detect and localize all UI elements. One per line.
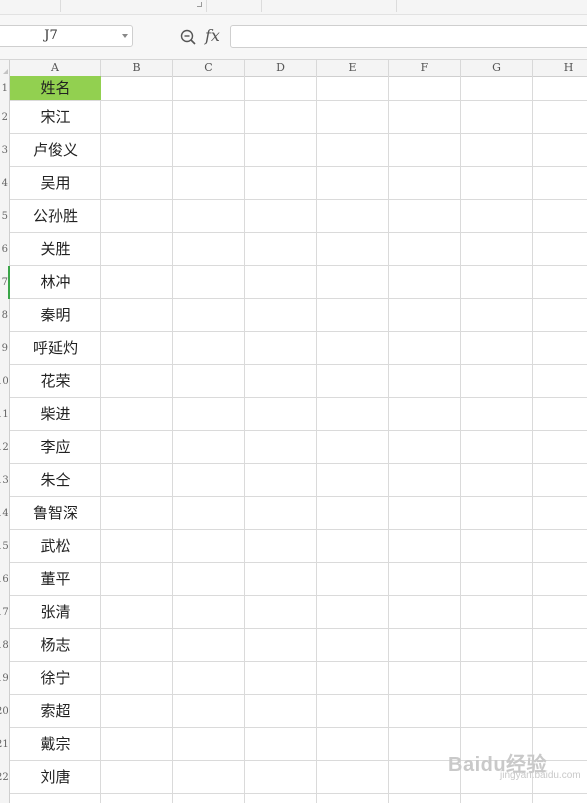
row-header-17[interactable]: 17 bbox=[0, 596, 8, 629]
row-header-13[interactable]: 13 bbox=[0, 464, 8, 497]
table-cell[interactable]: 花荣 bbox=[10, 365, 101, 397]
column-header-d[interactable]: D bbox=[245, 60, 317, 76]
row-header-22[interactable]: 22 bbox=[0, 761, 8, 794]
dialog-launcher-icon[interactable] bbox=[197, 2, 202, 7]
table-cell[interactable]: 吴用 bbox=[10, 167, 101, 199]
table-cell[interactable]: 索超 bbox=[10, 695, 101, 727]
table-cell[interactable]: 林冲 bbox=[10, 266, 101, 298]
row-header-14[interactable]: 14 bbox=[0, 497, 8, 530]
table-cell[interactable]: 刘唐 bbox=[10, 761, 101, 793]
gridline-horizontal bbox=[10, 793, 587, 794]
row-header-column: 12345678910111213141516171819202122 bbox=[0, 76, 10, 803]
row-header-21[interactable]: 21 bbox=[0, 728, 8, 761]
ribbon-separator bbox=[261, 0, 262, 12]
table-cell[interactable]: 柴进 bbox=[10, 398, 101, 430]
column-header-row: ABCDEFGH bbox=[0, 60, 587, 77]
table-cell[interactable]: 卢俊义 bbox=[10, 134, 101, 166]
ribbon-separator bbox=[206, 0, 207, 12]
formula-bar: J7 fx bbox=[0, 15, 587, 60]
column-header-h[interactable]: H bbox=[533, 60, 587, 76]
formula-input[interactable] bbox=[230, 25, 587, 48]
table-cell[interactable]: 戴宗 bbox=[10, 728, 101, 760]
table-cell[interactable]: 杨志 bbox=[10, 629, 101, 661]
table-cell[interactable]: 宋江 bbox=[10, 101, 101, 133]
row-header-15[interactable]: 15 bbox=[0, 530, 8, 563]
table-cell[interactable]: 鲁智深 bbox=[10, 497, 101, 529]
select-all-button[interactable] bbox=[0, 60, 10, 76]
row-header-20[interactable]: 20 bbox=[0, 695, 8, 728]
table-cell[interactable]: 朱仝 bbox=[10, 464, 101, 496]
table-cell[interactable]: 秦明 bbox=[10, 299, 101, 331]
row-header-3[interactable]: 3 bbox=[0, 134, 8, 167]
chevron-down-icon[interactable] bbox=[122, 34, 128, 38]
table-cell[interactable]: 公孙胜 bbox=[10, 200, 101, 232]
ribbon-separator bbox=[396, 0, 397, 12]
watermark: Baidu经验 jingyan.baidu.com bbox=[448, 744, 581, 784]
row-header-10[interactable]: 10 bbox=[0, 365, 8, 398]
row-header-18[interactable]: 18 bbox=[0, 629, 8, 662]
column-header-b[interactable]: B bbox=[101, 60, 173, 76]
table-cell[interactable]: 李应 bbox=[10, 431, 101, 463]
watermark-subtext: jingyan.baidu.com bbox=[500, 770, 581, 781]
column-header-g[interactable]: G bbox=[461, 60, 533, 76]
function-icon[interactable]: fx bbox=[205, 26, 225, 46]
spreadsheet-grid[interactable]: ABCDEFGH 1234567891011121314151617181920… bbox=[0, 60, 587, 803]
name-box[interactable]: J7 bbox=[0, 25, 133, 47]
row-header-6[interactable]: 6 bbox=[0, 233, 8, 266]
row-header-12[interactable]: 12 bbox=[0, 431, 8, 464]
table-cell[interactable]: 徐宁 bbox=[10, 662, 101, 694]
column-header-c[interactable]: C bbox=[173, 60, 245, 76]
ribbon-strip bbox=[0, 0, 587, 15]
row-header-1[interactable]: 1 bbox=[0, 76, 8, 101]
table-cell[interactable]: 呼延灼 bbox=[10, 332, 101, 364]
table-cell[interactable]: 关胜 bbox=[10, 233, 101, 265]
row-header-4[interactable]: 4 bbox=[0, 167, 8, 200]
ribbon-separator bbox=[60, 0, 61, 12]
row-header-19[interactable]: 19 bbox=[0, 662, 8, 695]
table-cell[interactable]: 董平 bbox=[10, 563, 101, 595]
name-box-value: J7 bbox=[44, 28, 58, 43]
column-header-e[interactable]: E bbox=[317, 60, 389, 76]
header-cell[interactable]: 姓名 bbox=[10, 76, 101, 100]
zoom-out-icon[interactable] bbox=[179, 28, 197, 46]
column-header-f[interactable]: F bbox=[389, 60, 461, 76]
row-header-16[interactable]: 16 bbox=[0, 563, 8, 596]
column-header-a[interactable]: A bbox=[10, 60, 101, 76]
row-header-2[interactable]: 2 bbox=[0, 101, 8, 134]
row-header-11[interactable]: 11 bbox=[0, 398, 8, 431]
row-header-9[interactable]: 9 bbox=[0, 332, 8, 365]
row-header-7[interactable]: 7 bbox=[0, 266, 8, 299]
row-header-8[interactable]: 8 bbox=[0, 299, 8, 332]
table-cell[interactable]: 武松 bbox=[10, 530, 101, 562]
table-cell[interactable]: 张清 bbox=[10, 596, 101, 628]
row-header-5[interactable]: 5 bbox=[0, 200, 8, 233]
